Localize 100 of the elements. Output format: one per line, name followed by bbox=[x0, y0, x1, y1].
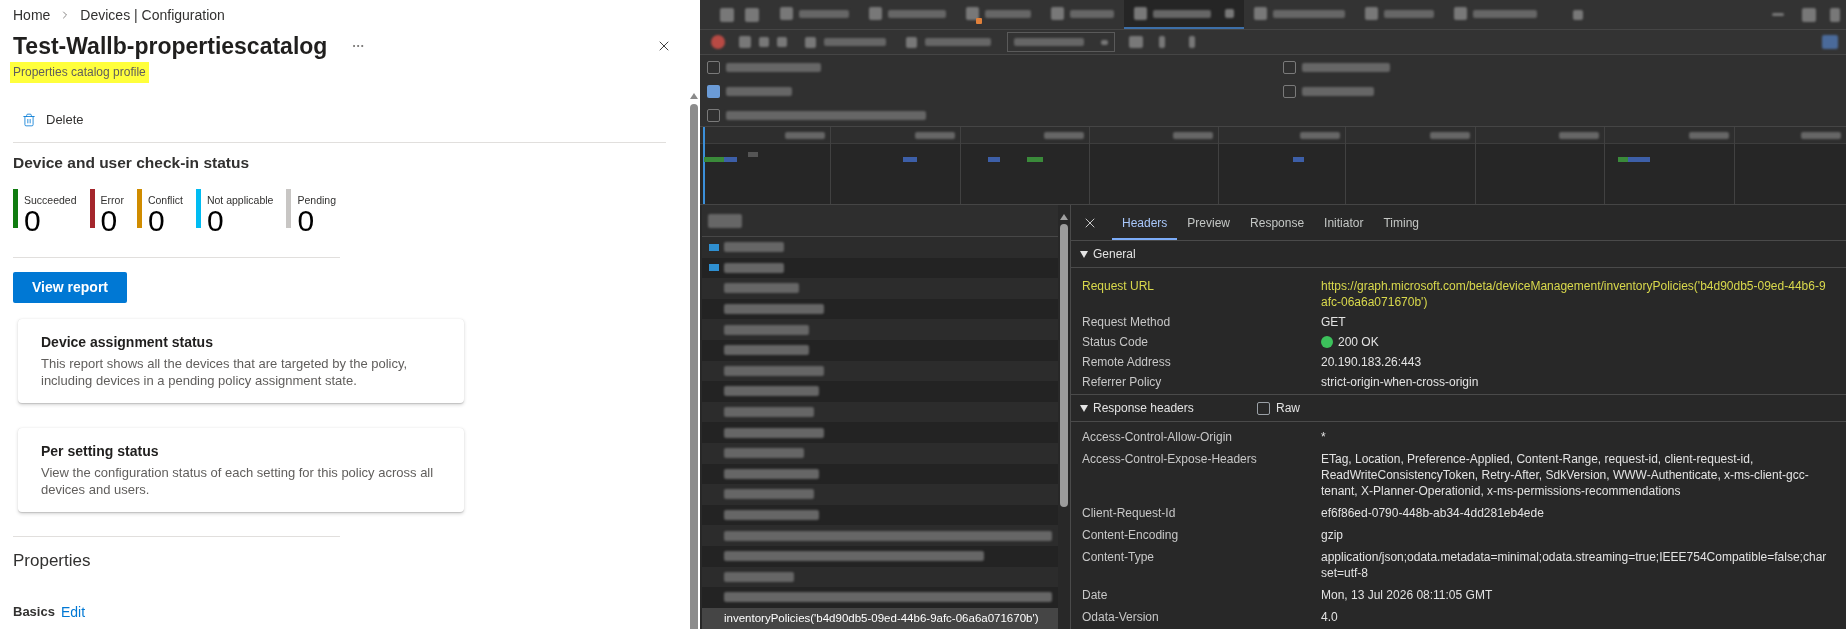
tile-label: Succeeded bbox=[24, 193, 77, 207]
section-label: Basics bbox=[13, 603, 55, 622]
header-name: Status Code bbox=[1082, 334, 1150, 350]
request-row[interactable] bbox=[702, 545, 1058, 567]
request-row[interactable] bbox=[702, 257, 1058, 279]
selection-marker[interactable] bbox=[703, 127, 705, 204]
blurred-checkbox[interactable] bbox=[707, 60, 720, 74]
blurred-text bbox=[824, 38, 886, 46]
blurred-text bbox=[1430, 132, 1470, 139]
blurred-icon bbox=[1129, 36, 1143, 48]
blurred-text bbox=[1153, 9, 1211, 18]
tile-label: Error bbox=[100, 193, 124, 207]
header-name: Access-Control-Expose-Headers bbox=[1082, 451, 1258, 468]
blurred-text bbox=[925, 38, 991, 46]
request-row[interactable] bbox=[702, 484, 1058, 505]
blurred-icon bbox=[1830, 7, 1840, 22]
blurred-checkbox[interactable] bbox=[707, 108, 720, 122]
header-value: * bbox=[1321, 429, 1327, 445]
blurred-text bbox=[799, 9, 849, 18]
blurred-checkbox[interactable] bbox=[707, 84, 720, 98]
header-name: Content-Encoding bbox=[1082, 527, 1180, 543]
request-row[interactable] bbox=[702, 401, 1058, 423]
blurred-icon bbox=[805, 36, 816, 48]
caret-down-icon[interactable] bbox=[1080, 404, 1088, 412]
section-title[interactable]: General bbox=[1093, 245, 1257, 263]
detail-tab[interactable]: Response bbox=[1240, 205, 1315, 240]
header-name: Referrer Policy bbox=[1082, 374, 1163, 390]
blurred-text bbox=[915, 132, 955, 139]
request-row[interactable] bbox=[702, 504, 1058, 526]
request-row[interactable] bbox=[702, 278, 1058, 299]
delete-button[interactable]: Delete bbox=[13, 106, 90, 134]
tile-label: Not applicable bbox=[206, 193, 274, 207]
blurred-icon bbox=[1365, 7, 1378, 20]
waterfall-bar bbox=[748, 152, 758, 157]
blurred-icon bbox=[1802, 7, 1816, 22]
header-value: ETag, Location, Preference-Applied, Content-Range, request-id, client-request-id, ReadWriteConsistencyToken, Retry-After, SdkVersion, WWW-Authenticate, x-ms-client-gcc-tenant, X-Planner-Operationid, x-ms-permissions-recommendations bbox=[1321, 451, 1810, 499]
scrollbar-thumb[interactable] bbox=[1060, 224, 1068, 507]
blurred-checkbox[interactable] bbox=[1283, 60, 1296, 74]
request-row[interactable] bbox=[702, 587, 1058, 608]
request-row[interactable] bbox=[702, 381, 1058, 402]
request-row[interactable] bbox=[702, 463, 1058, 485]
blurred-text bbox=[1689, 132, 1729, 139]
breadcrumb-link[interactable]: Home bbox=[13, 6, 51, 24]
blurred-text bbox=[708, 213, 742, 228]
waterfall-bar bbox=[903, 157, 917, 162]
request-row[interactable] bbox=[702, 360, 1058, 382]
request-row[interactable] bbox=[702, 566, 1058, 588]
blurred-text bbox=[1473, 9, 1537, 18]
section-title[interactable]: Response headers bbox=[1093, 399, 1257, 417]
blurred-icon bbox=[1134, 7, 1147, 20]
blurred-icon bbox=[745, 7, 759, 22]
header-name: Client-Request-Id bbox=[1082, 505, 1177, 521]
header-name: Request URL bbox=[1082, 278, 1156, 295]
tile-count: 0 bbox=[24, 207, 42, 235]
page-title: Test-Wallb-propertiescatalog bbox=[13, 32, 328, 61]
caret-down-icon[interactable] bbox=[1080, 250, 1088, 258]
blurred-icon bbox=[1573, 9, 1583, 20]
header-value: 200 OK bbox=[1338, 334, 1379, 350]
request-row[interactable]: inventoryPolicies('b4d90db5-09ed-44b6-9afc-06a6a071670b') bbox=[702, 607, 1058, 629]
scroll-up-icon[interactable] bbox=[690, 93, 698, 99]
request-row[interactable] bbox=[702, 525, 1058, 546]
request-row[interactable] bbox=[702, 237, 1058, 258]
devtools-tab[interactable] bbox=[1124, 0, 1244, 29]
blurred-icon bbox=[1254, 7, 1267, 20]
blurred-icon bbox=[1454, 7, 1467, 20]
throttling-dropdown[interactable] bbox=[1007, 32, 1115, 52]
record-icon[interactable] bbox=[711, 35, 725, 49]
request-row[interactable] bbox=[702, 442, 1058, 464]
header-name: Date bbox=[1082, 587, 1109, 603]
raw-checkbox[interactable] bbox=[1257, 401, 1270, 415]
detail-tab[interactable]: Headers bbox=[1112, 205, 1178, 240]
raw-label[interactable]: Raw bbox=[1276, 399, 1300, 417]
report-card[interactable]: Device assignment status This report shows all the devices that are targeted by the policy, including devices in a pending policy assignment state. bbox=[18, 319, 464, 403]
file-type-icon bbox=[709, 243, 719, 251]
waterfall-bar bbox=[1027, 157, 1043, 162]
waterfall-bar bbox=[988, 157, 1000, 162]
header-value: 4.0 bbox=[1321, 609, 1339, 625]
breadcrumb-link[interactable]: Devices | Configuration bbox=[80, 6, 225, 24]
blurred-text bbox=[724, 262, 784, 273]
tile-count: 0 bbox=[147, 207, 166, 235]
request-row[interactable] bbox=[702, 339, 1058, 361]
request-row[interactable] bbox=[702, 319, 1058, 340]
scroll-up-icon[interactable] bbox=[1060, 214, 1068, 220]
request-row[interactable] bbox=[702, 422, 1058, 443]
detail-tab[interactable]: Timing bbox=[1373, 205, 1429, 240]
blurred-text bbox=[1300, 132, 1340, 139]
report-card[interactable]: Per setting status View the configuration status of each setting for this policy across all devices and users. bbox=[18, 428, 464, 512]
edit-link[interactable]: Edit bbox=[60, 601, 86, 623]
blurred-icon bbox=[1159, 36, 1165, 48]
request-row[interactable] bbox=[702, 298, 1058, 320]
blurred-text bbox=[724, 242, 784, 253]
blurred-checkbox[interactable] bbox=[1283, 84, 1296, 98]
blurred-icon bbox=[1225, 9, 1234, 18]
view-report-button[interactable]: View report bbox=[13, 272, 127, 303]
header-value: https://graph.microsoft.com/beta/deviceManagement/inventoryPolicies('b4d90db5-09ed-44b6-9afc-06a6a071670b') bbox=[1321, 278, 1827, 310]
scrollbar-thumb[interactable] bbox=[690, 104, 698, 629]
blurred-icon bbox=[739, 36, 751, 48]
detail-tab[interactable]: Preview bbox=[1177, 205, 1241, 240]
detail-tab[interactable]: Initiator bbox=[1314, 205, 1374, 240]
header-name: Request Method bbox=[1082, 314, 1172, 330]
